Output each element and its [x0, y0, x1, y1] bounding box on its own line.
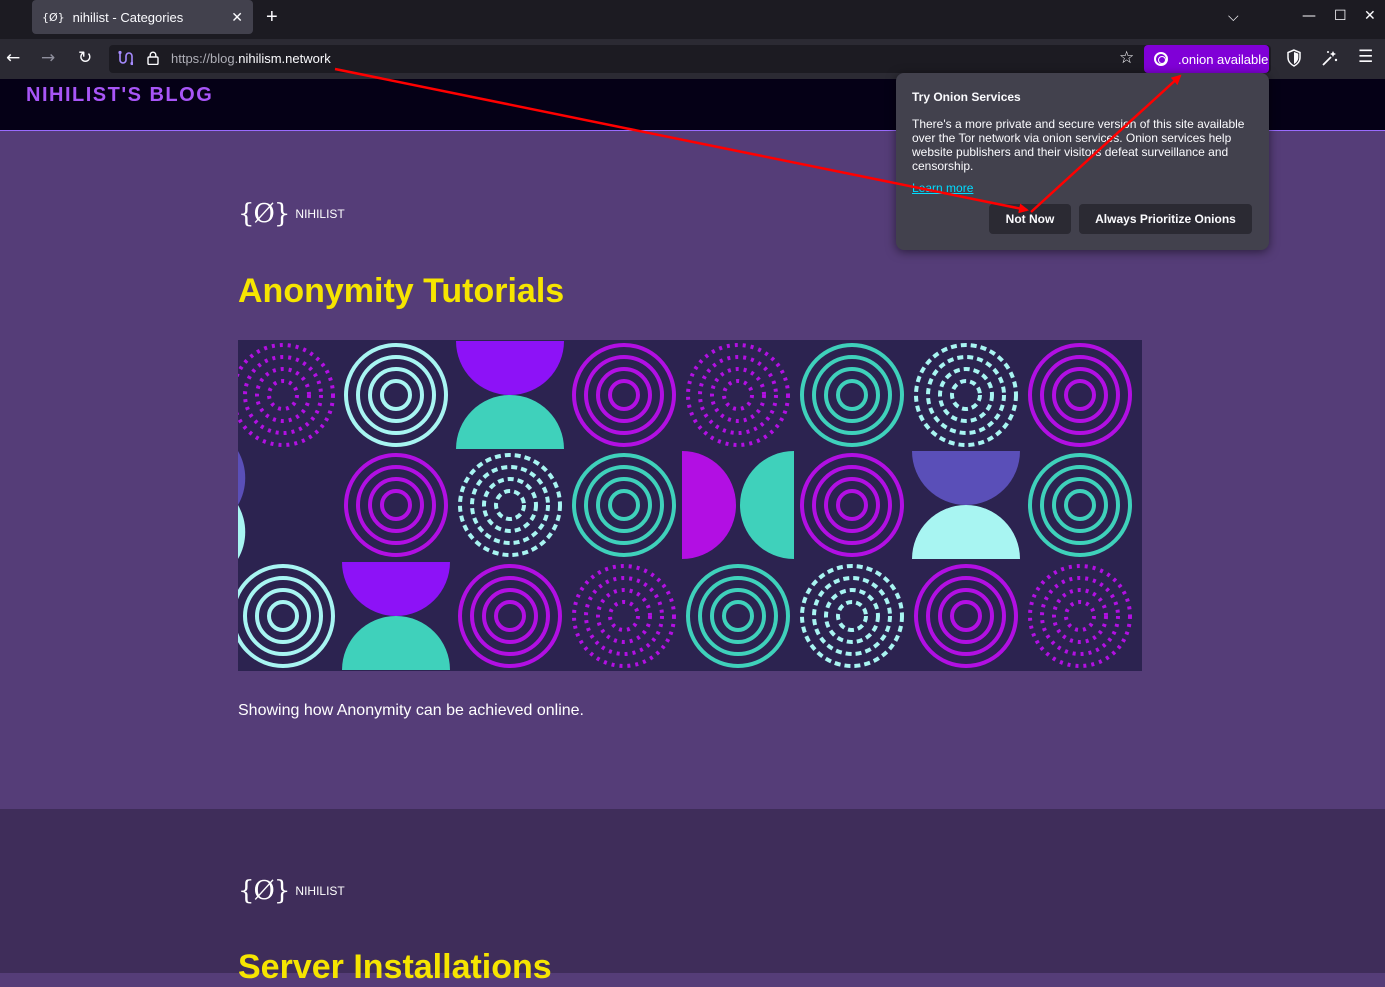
popup-heading: Try Onion Services: [912, 90, 1021, 104]
shield-icon[interactable]: [1286, 49, 1302, 71]
url-domain: nihilism.network: [238, 51, 331, 66]
forward-icon[interactable]: →: [41, 48, 55, 68]
post-title-link[interactable]: Anonymity Tutorials: [238, 272, 564, 311]
new-tab-button[interactable]: +: [266, 6, 278, 29]
back-icon[interactable]: ←: [6, 48, 20, 68]
post-banner-image[interactable]: [238, 340, 1142, 671]
url-bar[interactable]: https://blog.nihilism.network ☆ .onion a…: [109, 45, 1271, 73]
onion-available-button[interactable]: .onion available: [1144, 45, 1269, 73]
onion-available-label: .onion available: [1178, 51, 1269, 67]
url-text[interactable]: https://blog.nihilism.network: [171, 51, 331, 66]
list-all-tabs-icon[interactable]: ⌵: [1228, 8, 1239, 25]
tab-nihilist-categories[interactable]: {Ø} nihilist - Categories ✕: [32, 0, 253, 34]
window-close-icon[interactable]: ✕: [1364, 8, 1376, 24]
site-favicon-icon: {Ø}: [42, 10, 65, 24]
author-logo-icon: {Ø}: [238, 876, 290, 906]
site-title-link[interactable]: NIHILIST'S BLOG: [26, 84, 213, 107]
author-name: NIHILIST: [295, 884, 345, 898]
author-logo-icon: {Ø}: [238, 199, 290, 229]
onion-icon: [1154, 52, 1168, 66]
author-byline[interactable]: {Ø} NIHILIST: [238, 199, 345, 229]
reload-icon[interactable]: ↻: [78, 48, 92, 68]
not-now-button[interactable]: Not Now: [989, 204, 1071, 234]
learn-more-link[interactable]: Learn more: [912, 181, 973, 195]
minimize-icon[interactable]: —: [1302, 8, 1316, 24]
lock-icon[interactable]: [147, 51, 159, 66]
tab-close-icon[interactable]: ✕: [231, 9, 243, 26]
always-prioritize-onions-button[interactable]: Always Prioritize Onions: [1079, 204, 1252, 234]
onion-services-popup: Try Onion Services There's a more privat…: [896, 73, 1269, 250]
maximize-icon[interactable]: ☐: [1334, 8, 1347, 24]
url-prefix: https://blog.: [171, 51, 239, 66]
hamburger-menu-icon[interactable]: ☰: [1358, 47, 1373, 67]
author-byline[interactable]: {Ø} NIHILIST: [238, 876, 345, 906]
circuit-icon[interactable]: [117, 50, 134, 69]
tab-bar: {Ø} nihilist - Categories ✕ + ⌵ — ☐ ✕: [0, 0, 1385, 39]
tab-title: nihilist - Categories: [72, 9, 184, 25]
new-identity-icon[interactable]: [1321, 49, 1339, 71]
popup-body-text: There's a more private and secure versio…: [912, 117, 1245, 173]
author-name: NIHILIST: [295, 207, 345, 221]
post-section: {Ø} NIHILIST Server Installations: [0, 809, 1385, 986]
bookmark-star-icon[interactable]: ☆: [1119, 48, 1134, 68]
post-excerpt: Showing how Anonymity can be achieved on…: [238, 702, 584, 719]
post-title-link[interactable]: Server Installations: [238, 948, 552, 987]
